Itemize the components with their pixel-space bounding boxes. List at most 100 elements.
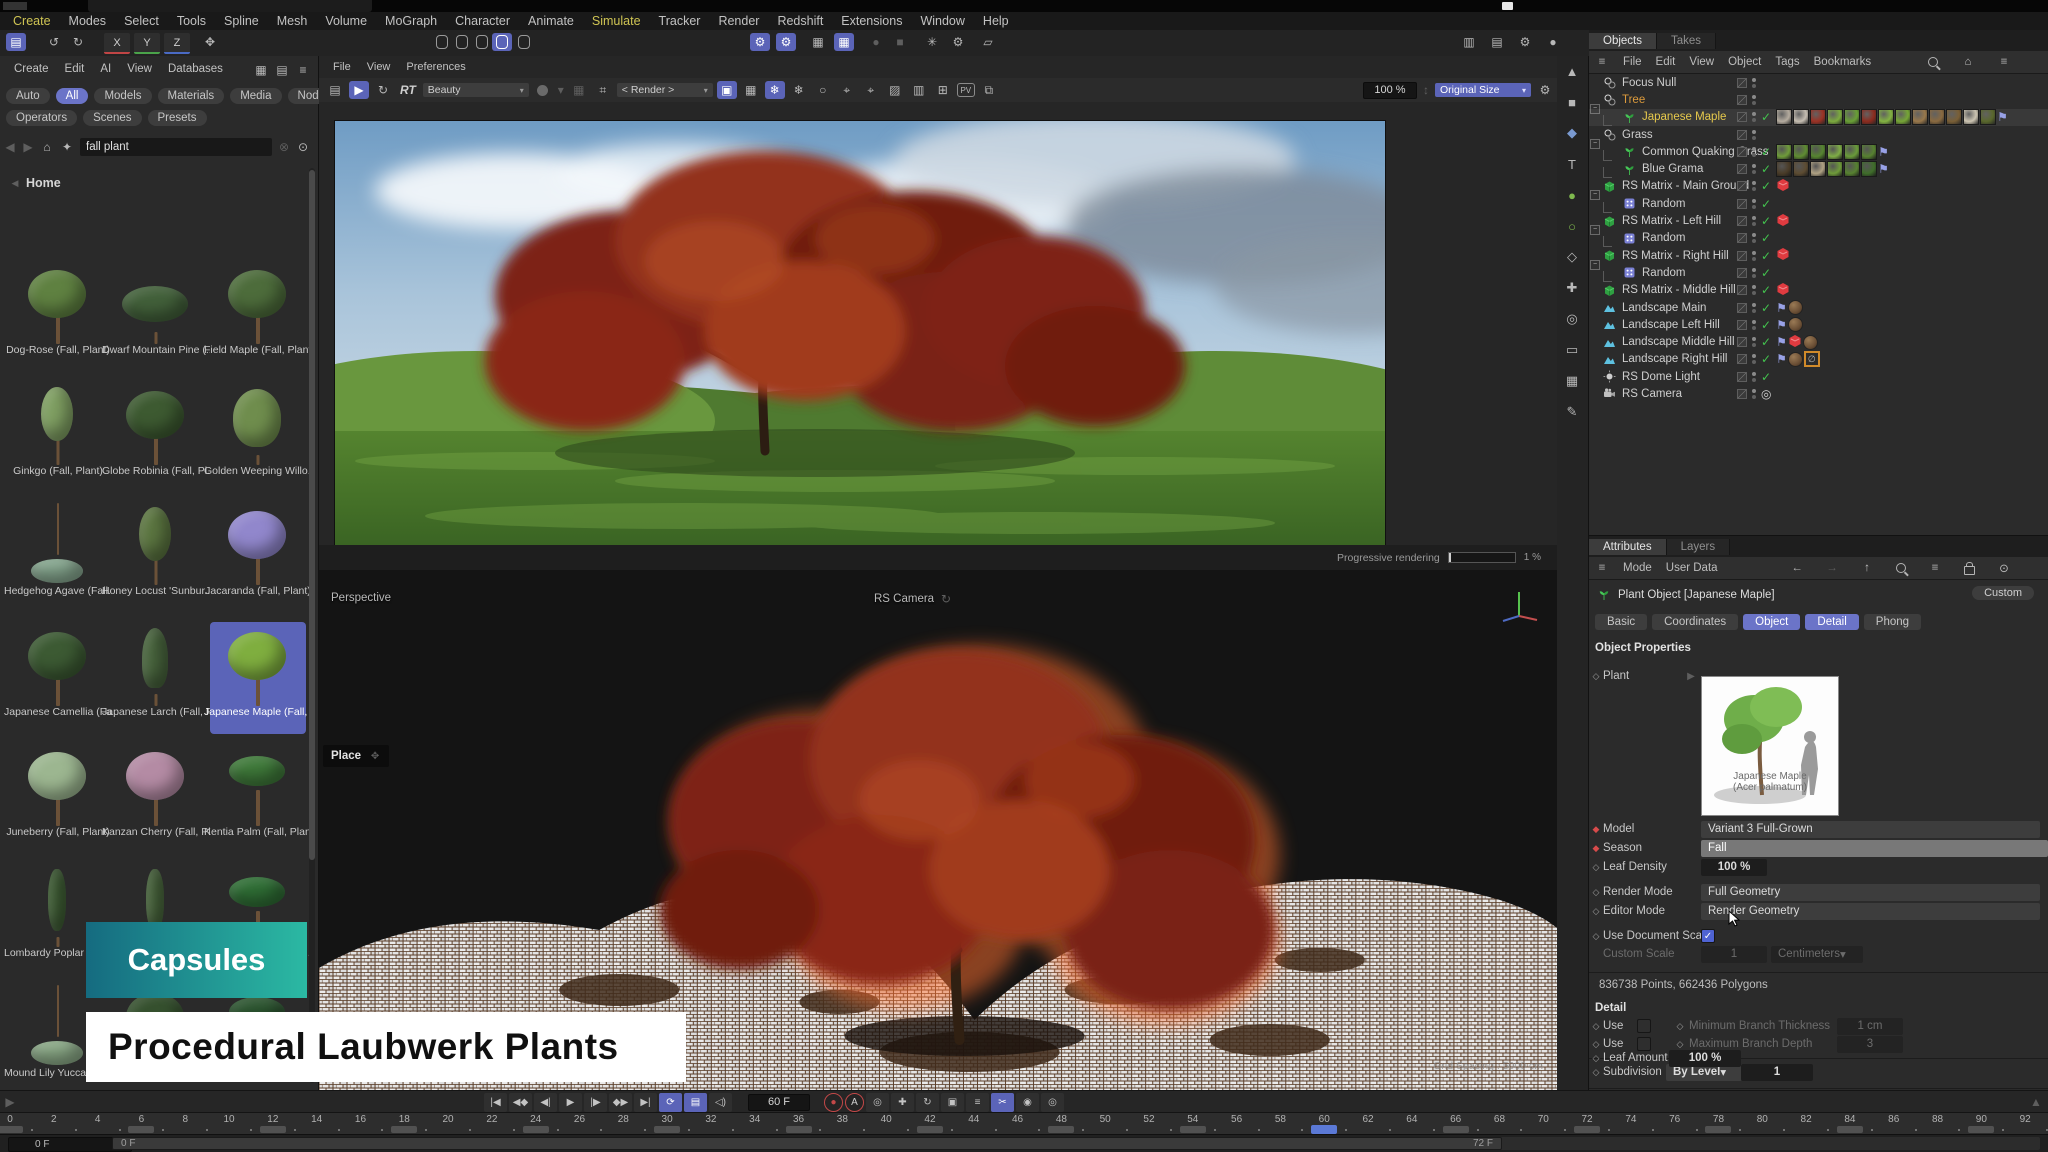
dim-circle-icon[interactable]: ● (866, 33, 886, 51)
doc-scale-checkbox[interactable]: ✓ (1701, 929, 1715, 943)
snowflake-icon[interactable]: ❄ (765, 81, 785, 99)
rv-menu-file[interactable]: File (325, 61, 359, 73)
next-key-button[interactable]: ◆▶ (609, 1093, 632, 1112)
object-row[interactable]: Random✓ (1589, 230, 2048, 247)
keyframe-clipboard-button[interactable]: ▤ (684, 1093, 707, 1112)
attr-filter-icon[interactable]: ≡ (1929, 559, 1941, 577)
workplane-icon[interactable]: ▱ (978, 33, 998, 51)
subdivision-value-field[interactable]: 1 (1741, 1064, 1813, 1081)
om-menu-edit[interactable]: Edit (1656, 56, 1676, 68)
rv-settings-icon[interactable]: ⚙ (1535, 81, 1555, 99)
object-name[interactable]: Landscape Left Hill (1622, 319, 1720, 331)
menu-tracker[interactable]: Tracker (650, 14, 710, 28)
render-source-combo[interactable]: < Render >▾ (617, 83, 713, 97)
enabled-check-icon[interactable]: ✓ (1761, 352, 1771, 366)
motion-clip-button[interactable]: ◉ (1016, 1093, 1039, 1112)
flag-tag-icon[interactable]: ⚑ (1776, 318, 1787, 332)
object-row[interactable]: −RS Matrix - Left Hill✓ (1589, 212, 2048, 229)
camera-rotate-icon[interactable]: ↻ (940, 590, 952, 608)
material-swatch[interactable] (1827, 161, 1843, 177)
object-row[interactable]: −RS Matrix - Right Hill✓ (1589, 247, 2048, 264)
previous-key-button[interactable]: ◀◆ (509, 1093, 532, 1112)
asset-item[interactable]: Hedgehog Agave (Fall... (10, 501, 106, 613)
asset-item[interactable]: Japanese Maple (Fall, ... (210, 622, 306, 734)
axis-y-button[interactable]: Y (134, 33, 160, 54)
asset-item[interactable]: Japanese Camellia (Fal... (10, 622, 106, 734)
material-swatch[interactable] (1963, 109, 1979, 125)
material-swatch[interactable] (1912, 109, 1928, 125)
edit-toggle-icon[interactable] (1737, 389, 1747, 399)
edit-toggle-icon[interactable] (1737, 164, 1747, 174)
material-swatch[interactable] (1827, 144, 1843, 160)
attr-tab-detail[interactable]: Detail (1805, 614, 1858, 630)
season-dropdown[interactable]: Fall (1701, 840, 2048, 857)
edit-toggle-icon[interactable] (1737, 112, 1747, 122)
om-menu-bookmarks[interactable]: Bookmarks (1814, 56, 1872, 68)
edit-toggle-icon[interactable] (1737, 78, 1747, 88)
document-tab[interactable] (88, 0, 372, 12)
object-row[interactable]: Blue Grama✓⚑ (1589, 160, 2048, 177)
modeling-settings-icon[interactable]: ⚙ (948, 33, 968, 51)
timeline-expand-icon[interactable]: ▶ (2, 1093, 18, 1111)
lock-icon[interactable]: ▣ (717, 81, 737, 99)
axis-x-button[interactable]: X (104, 33, 130, 54)
record-position-button[interactable]: ✚ (891, 1093, 914, 1112)
material-swatch[interactable] (1861, 161, 1877, 177)
viewport-label[interactable]: Perspective (331, 592, 391, 604)
object-name[interactable]: RS Camera (1622, 388, 1682, 400)
tab-layers[interactable]: Layers (1667, 539, 1731, 555)
pen-icon[interactable]: ✎ (1562, 403, 1582, 421)
timeline-ruler[interactable]: 0246810121416182022242628303234363840424… (0, 1112, 2048, 1135)
object-row[interactable]: Focus Null (1589, 74, 2048, 91)
visibility-dots-icon[interactable] (1752, 251, 1756, 255)
model-dropdown[interactable]: Variant 3 Full-Grown (1701, 821, 2040, 838)
autokey-button[interactable]: A (845, 1093, 864, 1112)
spline-burst-icon[interactable]: ✳ (922, 33, 942, 51)
object-name[interactable]: Landscape Middle Hill (1622, 336, 1735, 348)
viewport-filter-icon[interactable]: ▦ (1562, 372, 1582, 390)
menu-create[interactable]: Create (4, 14, 60, 28)
enabled-check-icon[interactable]: ✓ (1761, 249, 1771, 263)
material-swatch[interactable] (1844, 109, 1860, 125)
enabled-check-icon[interactable]: ✓ (1761, 197, 1771, 211)
snapshot-icon[interactable]: ▤ (325, 81, 345, 99)
motion-system-button[interactable]: ◎ (1041, 1093, 1064, 1112)
asset-item[interactable]: Dog-Rose (Fall, Plant) (10, 260, 106, 372)
edit-toggle-icon[interactable] (1737, 181, 1747, 191)
material-tag-icon[interactable] (1788, 300, 1803, 315)
titlebar-icon[interactable] (1502, 2, 1513, 10)
attr-lock-icon[interactable] (1964, 566, 1975, 575)
material-swatch[interactable] (1793, 109, 1809, 125)
redshift-tag-icon[interactable] (1776, 213, 1790, 230)
simulate-settings-icon[interactable]: ⚙ (750, 33, 770, 51)
edit-toggle-icon[interactable] (1737, 372, 1747, 382)
visibility-dots-icon[interactable] (1752, 164, 1756, 168)
loop-mode-button[interactable]: ⟳ (659, 1093, 682, 1112)
record-rotation-button[interactable]: ↻ (916, 1093, 939, 1112)
zoom-field[interactable]: 100 % (1363, 82, 1417, 99)
points-mode-icon[interactable]: ● (1562, 186, 1582, 204)
plant-expand-icon[interactable]: ▶ (1685, 667, 1697, 685)
object-row[interactable]: Landscape Left Hill✓⚑ (1589, 316, 2048, 333)
enabled-check-icon[interactable]: ✓ (1761, 179, 1771, 193)
live-selection-icon[interactable]: ▲ (1562, 62, 1582, 80)
edit-toggle-icon[interactable] (1737, 303, 1747, 313)
visibility-dots-icon[interactable] (1752, 95, 1756, 99)
redshift-tag-icon[interactable] (1776, 282, 1790, 299)
enabled-check-icon[interactable]: ✓ (1761, 283, 1771, 297)
enabled-check-icon[interactable]: ✓ (1761, 301, 1771, 315)
sound-button[interactable]: ◁) (709, 1093, 732, 1112)
preview-range-fill[interactable]: 0 F 72 F (112, 1137, 1502, 1150)
material-swatch[interactable] (1895, 109, 1911, 125)
tiles-icon[interactable]: ▦ (741, 81, 761, 99)
leaf-density-field[interactable]: 100 % (1701, 859, 1767, 876)
object-row[interactable]: Landscape Middle Hill✓⚑ (1589, 333, 2048, 350)
om-home-icon[interactable]: ⌂ (1962, 53, 1974, 71)
material-swatch[interactable] (1861, 144, 1877, 160)
visibility-dots-icon[interactable] (1752, 199, 1756, 203)
material-swatch[interactable] (1861, 109, 1877, 125)
panel-toggle-icon[interactable]: ▤ (6, 33, 26, 51)
visibility-dots-icon[interactable] (1752, 181, 1756, 185)
leaf-amount-field[interactable]: 100 % (1669, 1050, 1741, 1067)
visibility-dots-icon[interactable] (1752, 216, 1756, 220)
